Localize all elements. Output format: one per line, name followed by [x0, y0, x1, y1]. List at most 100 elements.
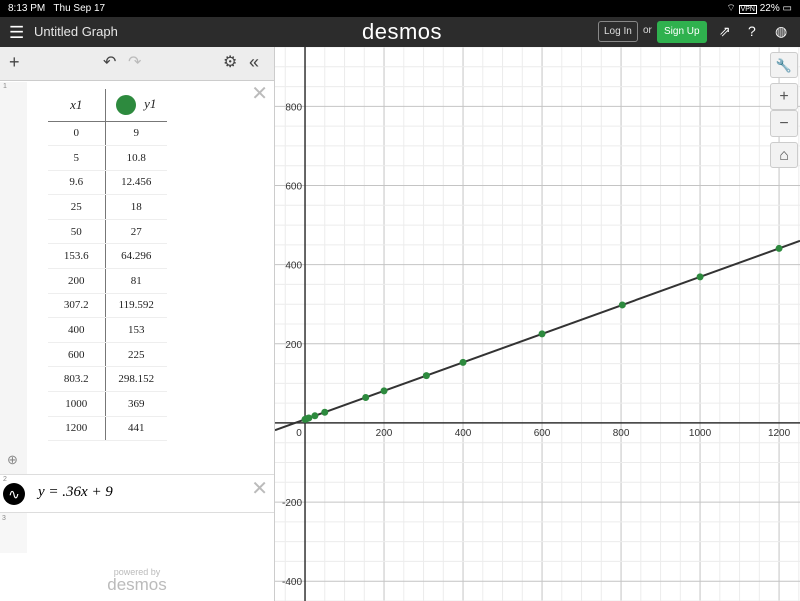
data-point [321, 408, 329, 416]
delete-expression-icon[interactable]: ✕ [251, 476, 268, 501]
x-cell[interactable]: 600 [48, 342, 106, 368]
expression-input[interactable]: y = .36x + 9 [38, 484, 113, 501]
data-point [618, 301, 626, 309]
y-tick-label: -400 [282, 577, 302, 588]
y-cell[interactable]: 441 [105, 416, 167, 442]
y-cell[interactable]: 298.152 [105, 366, 167, 393]
x-cell[interactable]: 803.2 [48, 366, 106, 393]
data-point [362, 393, 370, 401]
table-row: 50 27 [48, 219, 167, 245]
battery-level: 22% [759, 3, 780, 14]
x-tick-label: 1000 [689, 428, 712, 439]
y-tick-label: -200 [282, 498, 302, 509]
status-bar: 8:13 PM Thu Sep 17 ⌔ VPN 22% ▭ [0, 0, 800, 17]
login-button[interactable]: Log In [598, 21, 638, 42]
graph-canvas[interactable]: 0 200 400 600 800 1000 1200 -400 -200 200 400 600 80… [275, 47, 800, 601]
expression-gutter [0, 82, 27, 474]
data-point [459, 358, 467, 366]
zoom-in-button[interactable]: + [770, 83, 798, 110]
graph-settings-wrench-icon[interactable]: 🔧 [770, 52, 798, 78]
empty-expression-row[interactable]: 3 [0, 513, 27, 553]
graph-style-icon[interactable]: ∿ [3, 483, 25, 505]
data-point [696, 273, 704, 281]
regression-line [275, 239, 800, 432]
table-header-x[interactable]: x1 [48, 89, 106, 122]
x-tick-label: 800 [613, 428, 630, 439]
x-cell[interactable]: 5 [48, 145, 106, 171]
redo-button[interactable]: ↷ [128, 52, 141, 72]
y-cell[interactable]: 27 [105, 219, 167, 245]
x-tick-label: 200 [376, 428, 393, 439]
x-cell[interactable]: 1000 [48, 391, 106, 417]
point-style-icon[interactable] [116, 94, 137, 115]
x-cell[interactable]: 25 [48, 194, 106, 220]
x-cell[interactable]: 0 [48, 121, 106, 147]
signup-button[interactable]: Sign Up [657, 21, 707, 43]
table-row: 400 153 [48, 317, 167, 343]
expression-index: 2 [3, 476, 7, 483]
x-cell[interactable]: 1200 [48, 416, 106, 442]
data-point [538, 330, 546, 338]
table-row: 803.2 298.152 [48, 366, 167, 393]
vpn-badge: VPN [738, 5, 757, 14]
y-cell[interactable]: 10.8 [105, 145, 167, 171]
home-view-button[interactable]: ⌂ [770, 142, 798, 168]
settings-icon[interactable]: ⚙ [223, 52, 237, 72]
table-header-y[interactable]: y1 [105, 89, 167, 122]
x-cell[interactable]: 9.6 [48, 170, 106, 196]
add-expression-button[interactable]: + [9, 52, 20, 73]
data-point [380, 387, 388, 395]
menu-icon[interactable]: ☰ [9, 23, 24, 43]
y-cell[interactable]: 9 [105, 121, 167, 147]
table-row: 600 225 [48, 342, 167, 368]
table-row: 09 [48, 121, 167, 147]
x-cell[interactable]: 400 [48, 317, 106, 343]
y-cell[interactable]: 369 [105, 391, 167, 417]
help-icon[interactable]: ? [748, 23, 756, 39]
expression-row[interactable]: 2 ∿ y = .36x + 9 ✕ [0, 474, 274, 513]
header: ☰ Untitled Graph desmos Log In or Sign U… [0, 17, 800, 47]
x-tick-label: 600 [534, 428, 551, 439]
x-cell[interactable]: 200 [48, 268, 106, 294]
x-tick-label: 400 [455, 428, 472, 439]
data-point [311, 412, 319, 420]
table-row: 9.6 12.456 [48, 170, 167, 196]
collapse-panel-icon[interactable]: « [249, 52, 259, 73]
graph-title[interactable]: Untitled Graph [34, 24, 118, 39]
battery-icon: ▭ [782, 3, 792, 14]
x-cell[interactable]: 153.6 [48, 243, 106, 270]
share-icon[interactable]: ⇗ [719, 23, 731, 40]
undo-button[interactable]: ↶ [103, 52, 116, 72]
y-cell[interactable]: 81 [105, 268, 167, 294]
data-table: x1 y1 0 9 5 10.8 9.6 12.456 25 18 50 27 153.6 64.29… [48, 89, 167, 442]
x-tick-label: 1200 [768, 428, 791, 439]
table-row: 1000 369 [48, 391, 167, 417]
table-row: 200 81 [48, 268, 167, 294]
y-cell[interactable]: 12.456 [105, 170, 167, 196]
zoom-out-button[interactable]: − [770, 110, 798, 137]
y-tick-label: 800 [285, 102, 302, 113]
table-row: 25 18 [48, 194, 167, 220]
y-cell[interactable]: 64.296 [105, 243, 167, 270]
time: 8:13 PM [8, 3, 46, 14]
x-tick-label: 0 [296, 428, 302, 439]
delete-expression-icon[interactable]: ✕ [251, 81, 268, 106]
x-cell[interactable]: 307.2 [48, 293, 106, 319]
globe-icon[interactable]: ◍ [775, 23, 787, 40]
table-row: 5 10.8 [48, 145, 167, 171]
y-cell[interactable]: 18 [105, 194, 167, 220]
y-cell[interactable]: 153 [105, 317, 167, 343]
powered-by-desmos[interactable]: powered by desmos [0, 567, 274, 593]
or-text: or [643, 25, 652, 36]
table-row: 1200 441 [48, 416, 167, 442]
y-cell[interactable]: 225 [105, 342, 167, 368]
data-point [305, 414, 313, 422]
wifi-icon: ⌔ [726, 3, 736, 14]
expression-index: 1 [3, 83, 7, 90]
zoom-fit-icon[interactable]: ⊕ [7, 452, 18, 468]
date: Thu Sep 17 [53, 3, 106, 14]
expression-toolbar: + ↶ ↷ ⚙ « [0, 47, 274, 81]
x-cell[interactable]: 50 [48, 219, 106, 245]
expression-panel: + ↶ ↷ ⚙ « 1 ✕ x1 y1 0 9 5 10.8 9.6 12.456 25 18… [0, 47, 275, 601]
y-cell[interactable]: 119.592 [105, 293, 167, 319]
